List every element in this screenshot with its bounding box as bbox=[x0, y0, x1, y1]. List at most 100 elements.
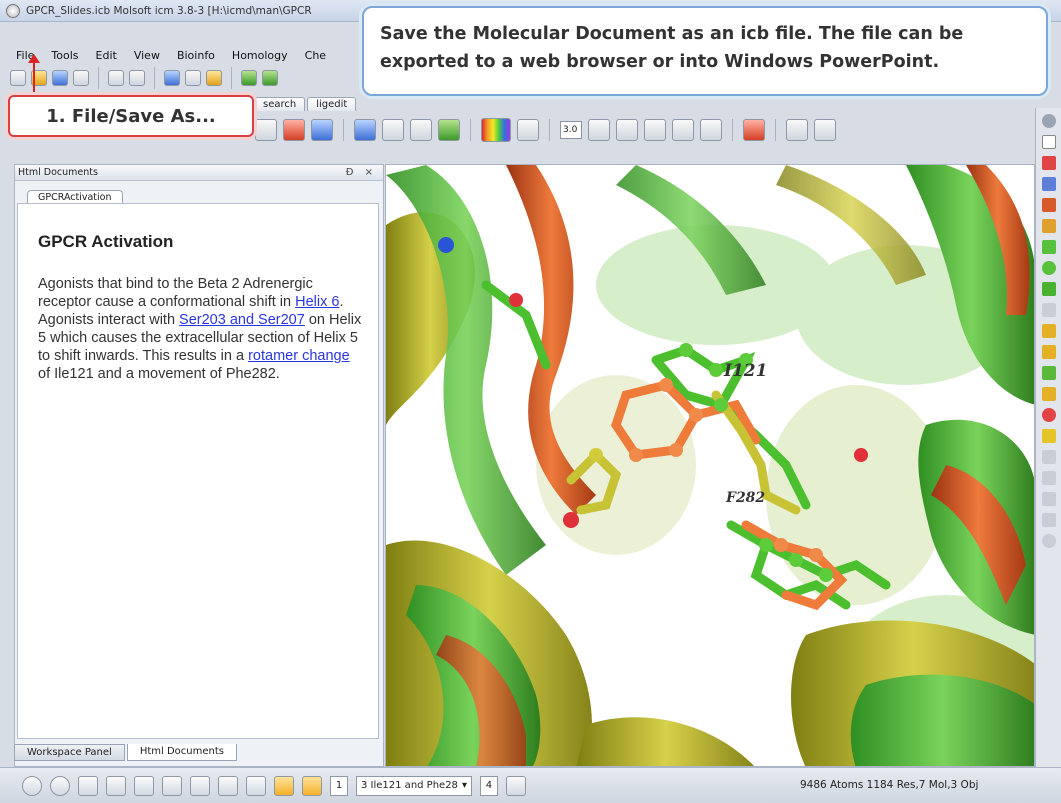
panel-title: Html Documents bbox=[18, 167, 98, 178]
tab-search[interactable]: search bbox=[254, 97, 306, 111]
move-object-icon[interactable] bbox=[1041, 219, 1056, 233]
instruction-callout: Save the Molecular Document as an icb fi… bbox=[362, 6, 1048, 96]
toolbar-separator bbox=[343, 119, 344, 141]
stop-icon[interactable] bbox=[22, 775, 42, 796]
total-slides: 4 bbox=[479, 775, 498, 796]
pointer-icon[interactable] bbox=[206, 70, 222, 86]
toolbar-separator bbox=[231, 67, 232, 89]
select-sphere-icon[interactable] bbox=[1041, 261, 1056, 275]
mesh-icon[interactable] bbox=[382, 119, 404, 141]
redo-icon[interactable] bbox=[129, 70, 145, 86]
color-palette-icon[interactable] bbox=[481, 118, 511, 142]
tab-html-documents[interactable]: Html Documents bbox=[126, 744, 237, 761]
translate-icon[interactable] bbox=[1041, 156, 1056, 170]
toolbar-separator bbox=[549, 119, 550, 141]
rotate-z-icon[interactable] bbox=[1041, 471, 1056, 485]
window-title: GPCR_Slides.icb Molsoft icm 3.8-3 [H:\ic… bbox=[26, 4, 312, 17]
protein-structure-render bbox=[386, 165, 1034, 766]
snapshot-save-icon[interactable] bbox=[786, 119, 808, 141]
link-ser203-ser207[interactable]: Ser203 and Ser207 bbox=[179, 312, 305, 328]
settings-icon[interactable] bbox=[162, 775, 182, 796]
color-wheel-icon[interactable] bbox=[517, 119, 539, 141]
grid-icon[interactable] bbox=[134, 775, 154, 796]
record-icon[interactable] bbox=[50, 775, 70, 796]
display-toolbar: 3.0 bbox=[255, 112, 1061, 148]
merge-icon[interactable] bbox=[1041, 366, 1056, 380]
menu-chemistry[interactable]: Che bbox=[305, 49, 326, 62]
menu-homology[interactable]: Homology bbox=[232, 49, 288, 62]
molecular-viewport[interactable]: I121 F282 bbox=[385, 164, 1035, 767]
cartoon-icon[interactable] bbox=[438, 119, 460, 141]
toolbar-separator bbox=[98, 67, 99, 89]
rotate-x-icon[interactable] bbox=[1041, 450, 1056, 464]
toolbar-separator bbox=[775, 119, 776, 141]
previous-slide-icon[interactable] bbox=[274, 775, 294, 796]
paint-icon[interactable] bbox=[246, 775, 266, 796]
slide-selector-value: 3 Ile121 and Phe28 bbox=[361, 779, 458, 791]
car-icon[interactable] bbox=[218, 775, 238, 796]
spin-icon[interactable] bbox=[1041, 492, 1056, 506]
table-icon[interactable] bbox=[241, 70, 257, 86]
toolbar-separator bbox=[470, 119, 471, 141]
label-atoms-icon[interactable] bbox=[1041, 303, 1056, 317]
ribbon-display-icon[interactable] bbox=[311, 119, 333, 141]
search-icon[interactable] bbox=[185, 70, 201, 86]
panel-titlebar: Html Documents Ɖ × bbox=[15, 165, 383, 181]
undo-icon[interactable] bbox=[108, 70, 124, 86]
torsion-icon[interactable] bbox=[672, 119, 694, 141]
refresh-icon[interactable] bbox=[743, 119, 765, 141]
slide-selector[interactable]: 3 Ile121 and Phe28 ▾ bbox=[356, 775, 472, 796]
rock-icon[interactable] bbox=[1041, 513, 1056, 527]
skin-icon[interactable] bbox=[410, 119, 432, 141]
menu-bioinfo[interactable]: Bioinfo bbox=[177, 49, 215, 62]
panel-controls[interactable]: Ɖ × bbox=[346, 167, 377, 178]
molecule-display-icon[interactable] bbox=[283, 119, 305, 141]
clip-icon[interactable] bbox=[1041, 198, 1056, 212]
fit-icon[interactable] bbox=[588, 119, 610, 141]
find-icon[interactable] bbox=[164, 70, 180, 86]
right-toolbar bbox=[1035, 108, 1061, 768]
clip-value-input[interactable]: 3.0 bbox=[560, 121, 582, 139]
html-documents-panel: Html Documents Ɖ × GPCRActivation GPCR A… bbox=[14, 164, 384, 767]
display-icon[interactable] bbox=[255, 119, 277, 141]
select-residue-icon[interactable] bbox=[1041, 282, 1056, 296]
menu-edit[interactable]: Edit bbox=[96, 49, 117, 62]
label-icon[interactable] bbox=[700, 119, 722, 141]
paragraph-text: of Ile121 and a movement of Phe282. bbox=[38, 366, 280, 382]
split-icon[interactable] bbox=[1041, 345, 1056, 359]
tab-workspace-panel[interactable]: Workspace Panel bbox=[14, 744, 125, 761]
status-bar: 1 3 Ile121 and Phe28 ▾ 4 9486 Atoms 1184… bbox=[0, 767, 1061, 803]
html-document-view: GPCR Activation Agonists that bind to th… bbox=[17, 203, 379, 739]
tab-gpcr-activation[interactable]: GPCRActivation bbox=[27, 190, 123, 204]
fit-view-icon[interactable] bbox=[1041, 387, 1056, 401]
link-helix-6[interactable]: Helix 6 bbox=[295, 294, 339, 310]
slide-list-icon[interactable] bbox=[78, 775, 98, 796]
angle-icon[interactable] bbox=[644, 119, 666, 141]
save-icon[interactable] bbox=[52, 70, 68, 86]
toolbar-tabs: search ligedit bbox=[254, 97, 358, 111]
rotate-icon[interactable] bbox=[1041, 135, 1056, 149]
select-box-icon[interactable] bbox=[1041, 240, 1056, 254]
measure-icon[interactable] bbox=[1041, 324, 1056, 338]
tab-ligedit[interactable]: ligedit bbox=[307, 97, 357, 111]
settings-icon[interactable] bbox=[73, 70, 89, 86]
binoculars-icon[interactable] bbox=[190, 775, 210, 796]
surface-icon[interactable] bbox=[354, 119, 376, 141]
new-file-icon[interactable] bbox=[10, 70, 26, 86]
next-slide-icon[interactable] bbox=[302, 775, 322, 796]
distance-icon[interactable] bbox=[616, 119, 638, 141]
undo-view-icon[interactable] bbox=[814, 119, 836, 141]
menu-view[interactable]: View bbox=[134, 49, 160, 62]
table-add-icon[interactable] bbox=[262, 70, 278, 86]
lock-icon[interactable] bbox=[1041, 429, 1056, 443]
zoom-icon[interactable] bbox=[1041, 177, 1056, 191]
current-slide-number[interactable]: 1 bbox=[330, 775, 348, 796]
callout-step-text: 1. File/Save As... bbox=[46, 105, 216, 127]
link-rotamer-change[interactable]: rotamer change bbox=[248, 348, 350, 364]
presentation-icon[interactable] bbox=[505, 775, 526, 796]
hand-icon[interactable] bbox=[1041, 534, 1056, 548]
gear-icon[interactable] bbox=[1041, 114, 1056, 128]
window-icon[interactable] bbox=[106, 775, 126, 796]
record-icon[interactable] bbox=[1041, 408, 1056, 422]
menu-tools[interactable]: Tools bbox=[51, 49, 78, 62]
